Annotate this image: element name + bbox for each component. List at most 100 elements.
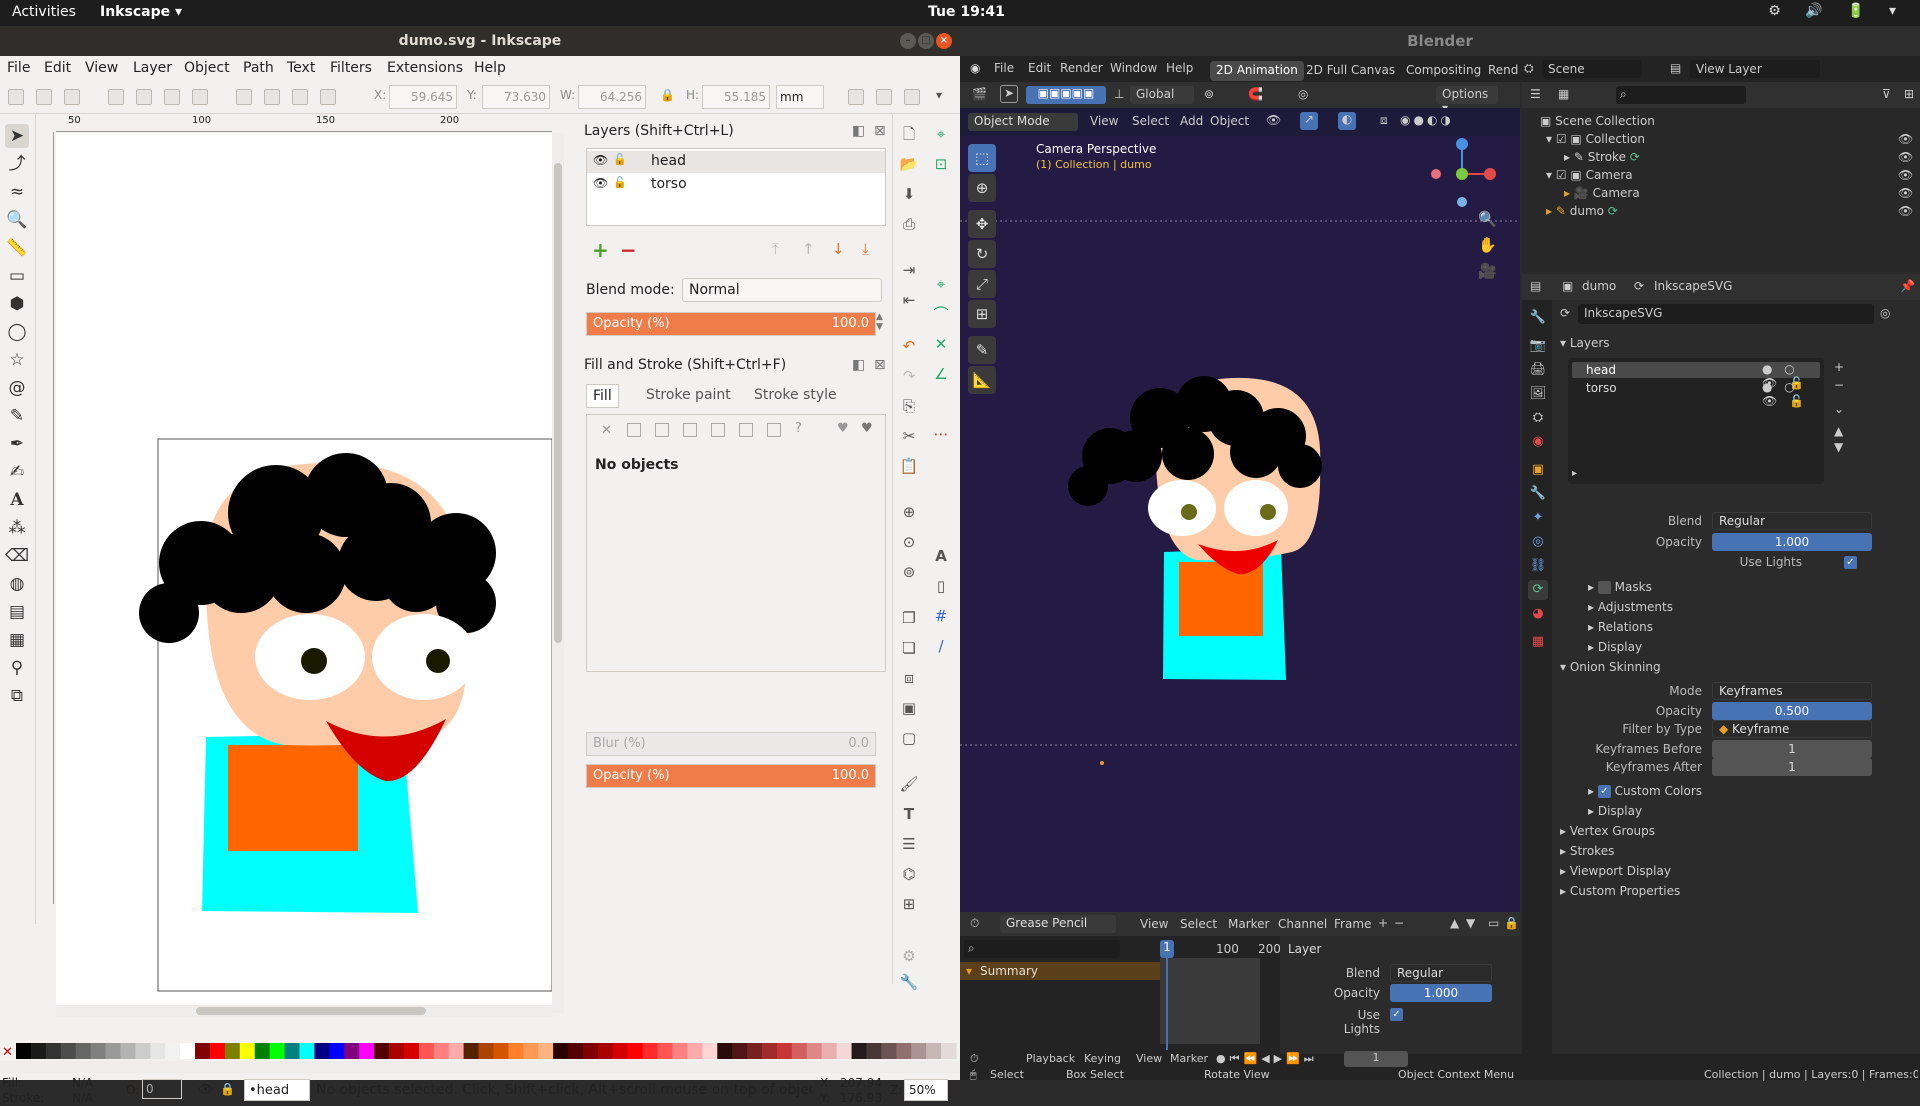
constraints-tab-icon[interactable]: ⛓	[1528, 556, 1548, 576]
mesh-gradient-icon[interactable]	[711, 423, 725, 437]
layer-bottom-icon[interactable]: ⤓	[862, 240, 869, 258]
unset-paint-icon[interactable]: ?	[795, 421, 802, 436]
color-swatch[interactable]	[374, 1043, 390, 1059]
outliner-row-stroke[interactable]: ▸ ✎ Stroke ⟳	[1564, 150, 1640, 164]
h-field[interactable]: 55.185	[702, 85, 770, 109]
text-font-icon[interactable]: T	[899, 804, 919, 824]
menu-view[interactable]: View	[1136, 1052, 1162, 1065]
remove-layer-icon[interactable]: −	[1394, 916, 1404, 930]
tool-tab-icon[interactable]: 🔧	[1528, 308, 1548, 328]
custom-properties-panel[interactable]: ▸ Custom Properties	[1560, 884, 1680, 898]
pivot-icon[interactable]: ⊚	[1204, 87, 1214, 101]
system-tray[interactable]: ⚙ 🔊 🔋 ▾	[1768, 3, 1906, 19]
editor-type-icon[interactable]: 🎬	[972, 87, 987, 101]
snap-cusp-icon[interactable]: ∠	[931, 364, 951, 384]
color-swatch[interactable]	[836, 1043, 853, 1059]
layer-top-icon[interactable]: ⤒	[772, 240, 779, 258]
transport-controls-icon[interactable]: ●⏮⏪◀▶⏩⏭	[1216, 1052, 1318, 1066]
document-properties-icon[interactable]: 🔧	[899, 972, 919, 992]
rotate-cw-icon[interactable]	[136, 89, 152, 105]
onion-opacity-field[interactable]: 0.500	[1712, 702, 1872, 720]
vertex-groups-panel[interactable]: ▸ Vertex Groups	[1560, 824, 1655, 838]
color-swatch[interactable]	[463, 1043, 480, 1059]
menu-window[interactable]: Window	[1110, 61, 1157, 75]
fake-user-icon[interactable]: ◎	[1880, 306, 1890, 320]
display-icon[interactable]: ▭	[1488, 916, 1499, 930]
opacity-field[interactable]: 1.000	[1390, 984, 1492, 1002]
color-swatch[interactable]	[448, 1043, 465, 1059]
color-swatch[interactable]	[687, 1043, 703, 1059]
onion-display-panel[interactable]: ▸ Display	[1588, 804, 1642, 818]
lock-icon[interactable]: 🔓	[613, 176, 627, 189]
camera-view-icon[interactable]: 🎥	[1478, 262, 1497, 280]
flip-vertical-icon[interactable]	[192, 89, 208, 105]
expand-icon[interactable]: ▾ ☑ ▣	[1546, 168, 1586, 182]
color-swatch[interactable]	[359, 1043, 375, 1059]
node-tool-icon[interactable]: ⤴	[5, 152, 29, 176]
layer-up-icon[interactable]: ▲	[1450, 916, 1459, 930]
lock-icon[interactable]: 🔒	[660, 88, 675, 102]
flip-horizontal-icon[interactable]	[164, 89, 180, 105]
move-up-icon[interactable]: ▲	[1834, 424, 1843, 438]
outliner-row-dumo[interactable]: ▸ ✎ dumo ⟳	[1546, 204, 1618, 218]
spin-icon[interactable]: ▲ ▼	[876, 312, 883, 332]
no-color-swatch-icon[interactable]: ✕	[2, 1045, 13, 1060]
menu-help[interactable]: Help	[474, 60, 506, 76]
menu-text[interactable]: Text	[287, 60, 315, 76]
object-tab-icon[interactable]: ▣	[1528, 460, 1548, 480]
fill-rule-nonzero-icon[interactable]: ♥	[861, 421, 873, 436]
color-swatch[interactable]	[418, 1043, 435, 1059]
blend-select[interactable]: Regular	[1712, 512, 1872, 530]
redo-icon[interactable]: ↷	[899, 366, 919, 386]
editor-type-icon[interactable]: ▤	[1530, 279, 1541, 293]
menu-add[interactable]: Add	[1180, 114, 1203, 128]
summary-row[interactable]: ▾ Summary	[960, 962, 1160, 980]
pencil-tool-icon[interactable]: ✎	[5, 404, 29, 428]
current-layer-select[interactable]: •head	[244, 1079, 310, 1101]
view-layer-selector[interactable]: View Layer	[1690, 60, 1820, 78]
playhead[interactable]	[1166, 958, 1168, 1050]
menu-object[interactable]: Object	[1210, 114, 1249, 128]
undo-icon[interactable]: ↶	[899, 336, 919, 356]
current-frame-field[interactable]: 1	[1344, 1051, 1408, 1067]
outliner-row-collection[interactable]: ▾ ☑ ▣ Collection	[1546, 132, 1645, 146]
pattern-icon[interactable]	[739, 423, 753, 437]
outliner-row-camera-collection[interactable]: ▾ ☑ ▣ Camera	[1546, 168, 1633, 182]
visibility-icon[interactable]: 👁	[1898, 186, 1913, 200]
output-tab-icon[interactable]: 🖨	[1528, 360, 1548, 380]
drawing-canvas[interactable]	[56, 133, 552, 1005]
scene-tab-icon[interactable]: ⛭	[1528, 408, 1548, 428]
menu-playback[interactable]: Playback	[1026, 1052, 1075, 1065]
color-swatch[interactable]	[568, 1043, 584, 1059]
workspace-compositing[interactable]: Compositing	[1400, 61, 1487, 81]
color-swatch[interactable]	[403, 1043, 420, 1059]
menu-layer[interactable]: Layer	[133, 60, 172, 76]
world-tab-icon[interactable]: ◉	[1528, 432, 1548, 452]
color-swatch[interactable]	[478, 1043, 494, 1059]
mesh-tool-icon[interactable]: ▦	[5, 628, 29, 652]
color-swatch[interactable]	[284, 1043, 300, 1059]
specials-icon[interactable]: ⌄	[1834, 402, 1844, 416]
new-collection-icon[interactable]: ⊞	[1904, 87, 1914, 101]
3d-viewport[interactable]: Camera Perspective (1) Collection | dumo…	[960, 136, 1520, 912]
head-layer[interactable]	[139, 453, 496, 782]
swatch-icon[interactable]	[767, 423, 781, 437]
remove-layer-icon[interactable]: −	[1834, 378, 1844, 392]
open-icon[interactable]: 📂	[899, 154, 919, 174]
fill-rule-evenodd-icon[interactable]: ♥	[837, 421, 849, 436]
blender-logo-icon[interactable]: ◉	[970, 61, 980, 75]
workspace-2d-animation[interactable]: 2D Animation	[1210, 61, 1304, 81]
opacity-field[interactable]: 0	[142, 1079, 182, 1099]
color-swatch[interactable]	[389, 1043, 405, 1059]
onion-skinning-panel[interactable]: ▾ Onion Skinning	[1560, 660, 1661, 674]
layers-icon[interactable]: ☰	[899, 834, 919, 854]
proportional-edit-icon[interactable]: ◎	[1298, 87, 1308, 101]
view-object-types-icon[interactable]: 👁	[1266, 113, 1281, 127]
scale-tool-icon[interactable]: ⤢	[968, 270, 996, 298]
snap-grid-icon[interactable]: #	[931, 606, 951, 626]
print-icon[interactable]: ⎙	[899, 214, 919, 234]
data-block-field[interactable]: InkscapeSVG	[1578, 304, 1874, 324]
pin-icon[interactable]: 📌	[1900, 279, 1915, 293]
lower-icon[interactable]	[264, 89, 280, 105]
color-swatch[interactable]	[16, 1043, 32, 1059]
